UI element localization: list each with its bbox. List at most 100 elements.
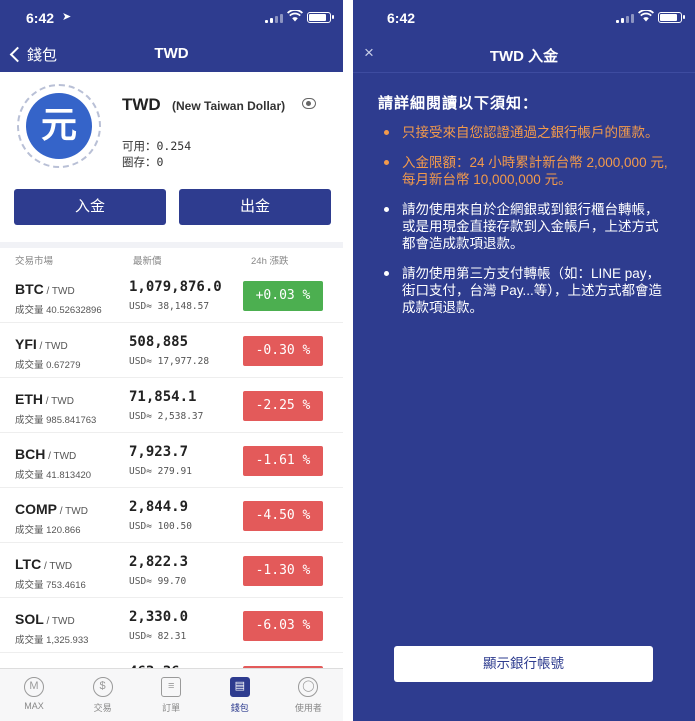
market-volume: 成交量 1,325.933 (15, 635, 89, 646)
column-header-change: 24h 漲跌 (251, 256, 289, 267)
battery-icon (307, 12, 334, 23)
market-row[interactable]: YFI / TWD 成交量 0.67279 508,885 USD≈ 17,977.2… (0, 323, 343, 378)
market-usd-price: USD≈ 99.70 (129, 576, 187, 587)
symbol-code: YFI (15, 336, 37, 352)
market-row[interactable]: LTC / TWD 成交量 753.4616 2,822.3 USD≈ 99.70 -1… (0, 543, 343, 598)
market-row[interactable]: ETH / TWD 成交量 985.841763 71,854.1 USD≈ 2,53… (0, 378, 343, 433)
locked-balance: 圈存：0 (122, 155, 164, 169)
change-badge: -1.61 % (243, 446, 323, 476)
change-badge: -1.30 % (243, 556, 323, 586)
tab-user[interactable]: ◯ 使用者 (274, 669, 342, 721)
market-usd-price: USD≈ 17,977.28 (129, 356, 210, 367)
market-volume: 成交量 753.4616 (15, 580, 86, 591)
notice-list: 只接受來自您認證通過之銀行帳戶的匯款。入金限額：24 小時累計新台幣 2,000… (378, 124, 668, 329)
change-badge: -0.30 % (243, 336, 323, 366)
user-icon: ◯ (298, 677, 319, 697)
notice-heading: 請詳細閱讀以下須知： (378, 95, 539, 112)
tab-label: 錢包 (230, 703, 249, 713)
market-volume: 成交量 41.813420 (15, 470, 92, 481)
wifi-icon (638, 10, 654, 22)
market-price: 2,330.0 (129, 609, 189, 625)
withdraw-button[interactable]: 出金 (179, 189, 331, 225)
change-badge: +0.03 % (243, 281, 323, 311)
tab-max[interactable]: M MAX (0, 669, 68, 721)
market-symbol: YFI / TWD (15, 336, 68, 352)
change-badge: -4.50 % (243, 501, 323, 531)
status-time: 6:42 (387, 10, 416, 26)
notice-item: 只接受來自您認證通過之銀行帳戶的匯款。 (378, 124, 668, 141)
available-balance: 可用：0.254 (122, 139, 192, 153)
symbol-pair: / TWD (43, 286, 75, 297)
tab-orders[interactable]: ≡ 訂單 (137, 669, 205, 721)
battery-icon (658, 12, 685, 23)
show-bank-account-button[interactable]: 顯示銀行帳號 (394, 646, 653, 682)
market-usd-price: USD≈ 279.91 (129, 466, 192, 477)
page-title: TWD 入金 (489, 48, 559, 65)
symbol-code: COMP (15, 501, 57, 517)
market-price: 508,885 (129, 334, 189, 350)
change-badge: -6.03 % (243, 611, 323, 641)
symbol-pair: / TWD (41, 561, 73, 572)
tab-trade[interactable]: $ 交易 (69, 669, 137, 721)
market-symbol: BTC / TWD (15, 281, 75, 297)
market-price: 2,822.3 (129, 554, 189, 570)
change-badge: -2.25 % (243, 391, 323, 421)
signal-icon (616, 13, 636, 23)
status-time: 6:42 (26, 10, 55, 26)
wallet-icon: ▤ (229, 677, 250, 697)
tab-bar: M MAX $ 交易 ≡ 訂單 ▤ 錢包 ◯ 使用者 (0, 668, 343, 721)
market-volume: 成交量 0.67279 (15, 360, 81, 371)
orders-icon: ≡ (161, 677, 182, 697)
eye-icon[interactable] (302, 98, 316, 109)
market-price: 2,844.9 (129, 499, 189, 515)
symbol-pair: / TWD (57, 506, 88, 517)
notice-item: 入金限額：24 小時累計新台幣 2,000,000 元, 每月新台幣 10,00… (378, 154, 668, 188)
wifi-icon (287, 10, 303, 22)
market-usd-price: USD≈ 100.50 (129, 521, 192, 532)
status-bar: 6:42 ➤ (0, 0, 343, 36)
tab-wallet[interactable]: ▤ 錢包 (206, 669, 274, 721)
symbol-pair: / TWD (45, 451, 77, 462)
tab-label: 交易 (93, 703, 112, 713)
market-row[interactable]: SOL / TWD 成交量 1,325.933 2,330.0 USD≈ 82.31 -… (0, 598, 343, 653)
twd-coin-logo: 元 (17, 84, 101, 168)
symbol-code: BTC (15, 281, 44, 297)
market-usd-price: USD≈ 2,538.37 (129, 411, 204, 422)
market-volume: 成交量 40.52632896 (15, 305, 102, 316)
signal-icon (265, 13, 285, 23)
market-volume: 成交量 120.866 (15, 525, 81, 536)
page-title: TWD (154, 45, 189, 62)
notice-item: 請勿使用第三方支付轉帳（如：LINE pay，街口支付，台灣 Pay...等），… (378, 265, 668, 316)
symbol-pair: / TWD (36, 341, 68, 352)
market-price: 71,854.1 (129, 389, 197, 405)
market-row[interactable]: COMP / TWD 成交量 120.866 2,844.9 USD≈ 100.50 -… (0, 488, 343, 543)
tab-label: MAX (24, 701, 44, 711)
symbol-pair: / TWD (43, 616, 75, 627)
max-icon: M (24, 677, 44, 697)
coin-glyph: 元 (26, 93, 92, 159)
column-header-price: 最新價 (133, 256, 162, 267)
market-row[interactable]: BCH / TWD 成交量 41.813420 7,923.7 USD≈ 279.91… (0, 433, 343, 488)
trade-icon: $ (92, 677, 113, 697)
coin-header: 元 TWD (New Taiwan Dollar) 可用：0.254 圈存：0 … (0, 72, 343, 242)
market-symbol: LTC / TWD (15, 556, 72, 572)
market-symbol: BCH / TWD (15, 446, 76, 462)
coin-code: TWD (122, 95, 161, 114)
market-symbol: SOL / TWD (15, 611, 75, 627)
wallet-twd-screen: 6:42 ➤ 錢包 TWD 元 TWD (New Taiwan Dollar) … (0, 0, 343, 721)
market-row[interactable]: BTC / TWD 成交量 40.52632896 1,079,876.0 USD≈ … (0, 268, 343, 323)
tab-label: 訂單 (162, 703, 181, 713)
location-arrow-icon: ➤ (62, 11, 72, 23)
twd-deposit-screen: 6:42 × TWD 入金 請詳細閱讀以下須知： 只接受來自您認證通過之銀行帳戶… (353, 0, 695, 721)
market-price: 1,079,876.0 (129, 279, 222, 295)
status-bar: 6:42 (353, 0, 695, 36)
tab-label: 使用者 (294, 703, 322, 713)
column-header-market: 交易市場 (15, 256, 54, 267)
symbol-code: LTC (15, 556, 42, 572)
notice-item: 請勿使用來自於企網銀或到銀行櫃台轉帳，或是用現金直接存款到入金帳戶，上述方式都會… (378, 201, 668, 252)
deposit-button[interactable]: 入金 (14, 189, 166, 225)
symbol-pair: / TWD (43, 396, 74, 407)
section-divider (0, 242, 343, 248)
symbol-code: SOL (15, 611, 44, 627)
market-usd-price: USD≈ 38,148.57 (129, 301, 210, 312)
